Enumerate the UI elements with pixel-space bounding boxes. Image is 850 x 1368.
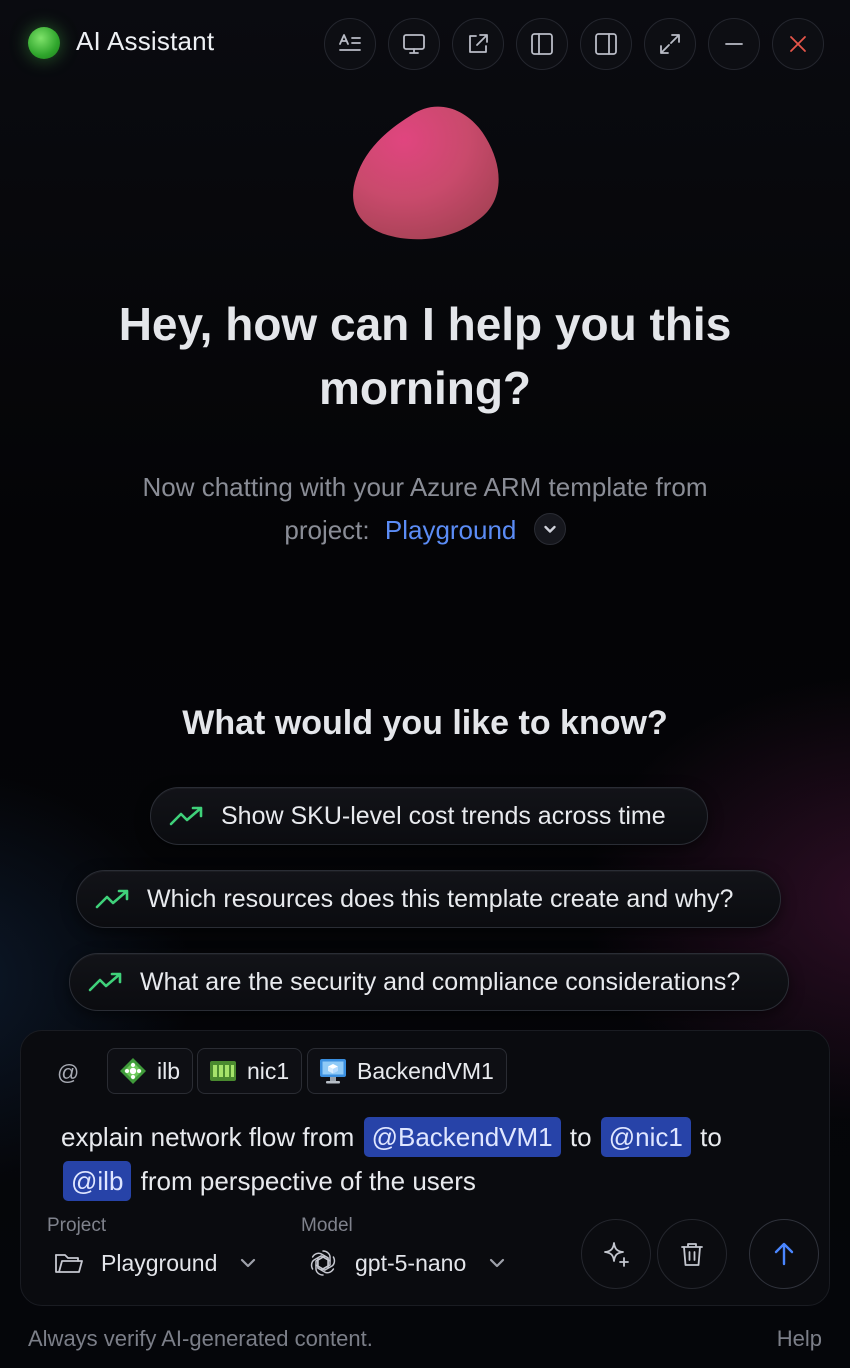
trending-up-icon — [88, 972, 122, 992]
message-input[interactable]: explain network flow from @BackendVM1 to… — [61, 1115, 801, 1203]
sidebar-right-icon — [595, 33, 617, 55]
arrow-up-icon — [774, 1242, 794, 1266]
load-balancer-icon — [120, 1058, 146, 1084]
expand-button[interactable] — [644, 18, 696, 70]
clear-button[interactable] — [657, 1219, 727, 1289]
sparkle-icon — [604, 1242, 629, 1267]
context-chip-nic1[interactable]: nic1 — [197, 1048, 303, 1094]
project-label: Project — [47, 1215, 107, 1236]
minimize-button[interactable] — [708, 18, 760, 70]
subtitle-line-2: project: Playground — [0, 509, 850, 552]
desktop-icon — [403, 34, 425, 54]
chip-label: ilb — [157, 1057, 181, 1084]
title-bar: AI Assistant — [0, 0, 850, 86]
text-format-button[interactable] — [324, 18, 376, 70]
suggestion-chip[interactable]: Which resources does this template creat… — [76, 870, 781, 928]
project-link[interactable]: Playground — [385, 515, 517, 545]
project-selector[interactable]: Playground — [53, 1247, 257, 1279]
message-text: to — [700, 1122, 722, 1152]
disclaimer-text: Always verify AI-generated content. — [28, 1326, 373, 1351]
trending-up-icon — [169, 806, 203, 826]
model-selector[interactable]: gpt-5-nano — [307, 1247, 506, 1279]
desktop-button[interactable] — [388, 18, 440, 70]
close-icon — [790, 36, 806, 52]
project-value: Playground — [101, 1249, 218, 1276]
send-button[interactable] — [749, 1219, 819, 1289]
subtitle-line-1: Now chatting with your Azure ARM templat… — [142, 472, 708, 502]
project-dropdown-button[interactable] — [533, 513, 566, 546]
suggestions-title: What would you like to know? — [182, 704, 668, 742]
greeting-line-1: Hey, how can I help you this — [118, 298, 732, 350]
app-title: AI Assistant — [76, 26, 215, 56]
chip-label: BackendVM1 — [357, 1057, 494, 1084]
dock-left-button[interactable] — [516, 18, 568, 70]
chevron-down-icon — [490, 1258, 505, 1268]
trash-icon — [681, 1243, 703, 1266]
mention-token[interactable]: @BackendVM1 — [363, 1117, 561, 1157]
openai-logo-icon — [310, 1250, 336, 1276]
trending-up-icon — [95, 889, 129, 909]
suggestion-label: Which resources does this template creat… — [147, 884, 734, 913]
minimize-icon — [725, 43, 743, 45]
context-chip-ilb[interactable]: ilb — [107, 1048, 194, 1094]
sidebar-left-icon — [531, 33, 553, 55]
mention-button[interactable]: @ — [57, 1060, 79, 1086]
network-interface-icon — [210, 1061, 236, 1081]
suggestion-chip[interactable]: Show SKU-level cost trends across time — [150, 787, 708, 845]
message-text: explain network flow from — [61, 1122, 355, 1152]
chevron-down-icon — [543, 525, 556, 533]
context-chip-backendvm1[interactable]: BackendVM1 — [307, 1048, 507, 1094]
ai-assistant-window: AI Assistant Hey, how can I help you thi… — [0, 0, 850, 1368]
chip-label: nic1 — [247, 1057, 290, 1084]
dock-right-button[interactable] — [580, 18, 632, 70]
chevron-down-icon — [241, 1258, 256, 1268]
message-composer: @ ilb nic1 BackendVM1 explain network fl… — [20, 1030, 830, 1306]
subtitle-prefix: project: — [284, 515, 370, 545]
text-format-icon — [339, 34, 361, 51]
suggestion-label: What are the security and compliance con… — [140, 967, 741, 996]
mention-token[interactable]: @nic1 — [600, 1117, 691, 1157]
suggestion-chip[interactable]: What are the security and compliance con… — [69, 953, 789, 1011]
greeting-line-2: morning? — [318, 362, 532, 414]
model-value: gpt-5-nano — [355, 1249, 467, 1276]
message-text: to — [569, 1122, 592, 1152]
folder-icon — [55, 1254, 83, 1273]
enhance-prompt-button[interactable] — [581, 1219, 651, 1289]
close-button[interactable] — [772, 18, 824, 70]
status-indicator-icon — [28, 27, 60, 59]
external-link-icon — [469, 34, 488, 53]
context-subtitle: Now chatting with your Azure ARM templat… — [0, 466, 850, 552]
help-link[interactable]: Help — [777, 1326, 822, 1352]
open-external-button[interactable] — [452, 18, 504, 70]
message-text: from perspective of the users — [140, 1166, 476, 1196]
mention-token[interactable]: @ilb — [63, 1161, 132, 1201]
virtual-machine-icon — [320, 1059, 346, 1084]
assistant-avatar-blob — [353, 106, 499, 240]
model-label: Model — [301, 1215, 353, 1236]
expand-icon — [660, 34, 680, 54]
suggestion-label: Show SKU-level cost trends across time — [221, 801, 666, 830]
greeting-heading: Hey, how can I help you this morning? — [0, 292, 850, 420]
